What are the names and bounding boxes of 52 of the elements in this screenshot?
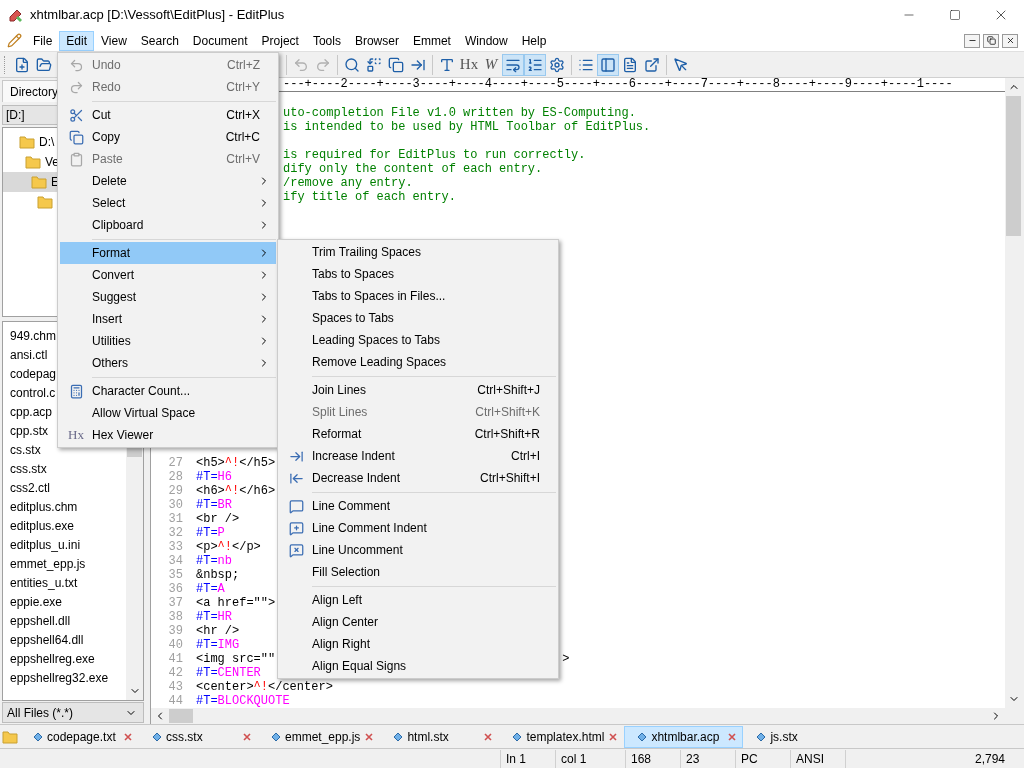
line-number: 39	[167, 624, 183, 638]
code-line: <h6>^!</h6>	[196, 484, 276, 498]
status-text: 2,794	[845, 749, 1010, 768]
code-line: <center>^!</center>	[196, 680, 333, 694]
code-line: #T=IMG	[196, 638, 240, 652]
code-line: <img src=""	[196, 652, 276, 666]
code-line: #T=A	[196, 582, 225, 596]
line-number: 29	[167, 484, 183, 498]
code-line: ify title of each entry.	[283, 190, 456, 204]
hex-icon: Hx	[68, 425, 84, 445]
line-number: 43	[167, 680, 183, 694]
code-line: is required for EditPlus to run correctly.	[283, 148, 586, 162]
line-number: 34	[167, 554, 183, 568]
code-line: #T=BR	[196, 498, 232, 512]
code-line: <p>^!</p>	[196, 540, 261, 554]
code-line: <hr />	[196, 624, 240, 638]
status-text: PC	[735, 749, 790, 768]
code-line: dify only the content of each entry.	[283, 162, 543, 176]
line-number: 33	[167, 540, 183, 554]
code-line: <br />	[196, 512, 240, 526]
line-number: 37	[167, 596, 183, 610]
code-line: <h5>^!</h5>	[196, 456, 276, 470]
line-number: 35	[167, 568, 183, 582]
line-number: 32	[167, 526, 183, 540]
status-text: 23	[680, 749, 735, 768]
line-number: 31	[167, 512, 183, 526]
status-text: In 1	[500, 749, 555, 768]
code-line: #T=BLOCKQUOTE	[196, 694, 290, 708]
status-text: col 1	[555, 749, 625, 768]
window-title: xhtmlbar.acp [D:\Vessoft\EditPlus] - EditPlus	[30, 6, 286, 25]
code-line: #T=P	[196, 526, 225, 540]
code-line: is intended to be used by HTML Toolbar of EditPlus.	[283, 120, 651, 134]
status-text: 168	[625, 749, 680, 768]
line-number: 41	[167, 652, 183, 666]
line-number: 42	[167, 666, 183, 680]
code-line: #T=CENTER	[196, 666, 261, 680]
line-number: 44	[167, 694, 183, 708]
code-line: /remove any entry.	[283, 176, 413, 190]
line-number: 36	[167, 582, 183, 596]
line-number: 38	[167, 610, 183, 624]
code-line: #T=H6	[196, 470, 232, 484]
status-text: ANSI	[790, 749, 845, 768]
code-text: >	[562, 652, 570, 666]
line-number: 27	[167, 456, 183, 470]
code-line: #T=HR	[196, 610, 232, 624]
code-line: &nbsp;	[196, 568, 240, 582]
line-number: 30	[167, 498, 183, 512]
code-line: #T=nb	[196, 554, 232, 568]
code-line: uto-completion File v1.0 written by ES-Computing.	[283, 106, 636, 120]
code-line: <a href="">	[196, 596, 276, 610]
line-number: 28	[167, 470, 183, 484]
line-number: 40	[167, 638, 183, 652]
